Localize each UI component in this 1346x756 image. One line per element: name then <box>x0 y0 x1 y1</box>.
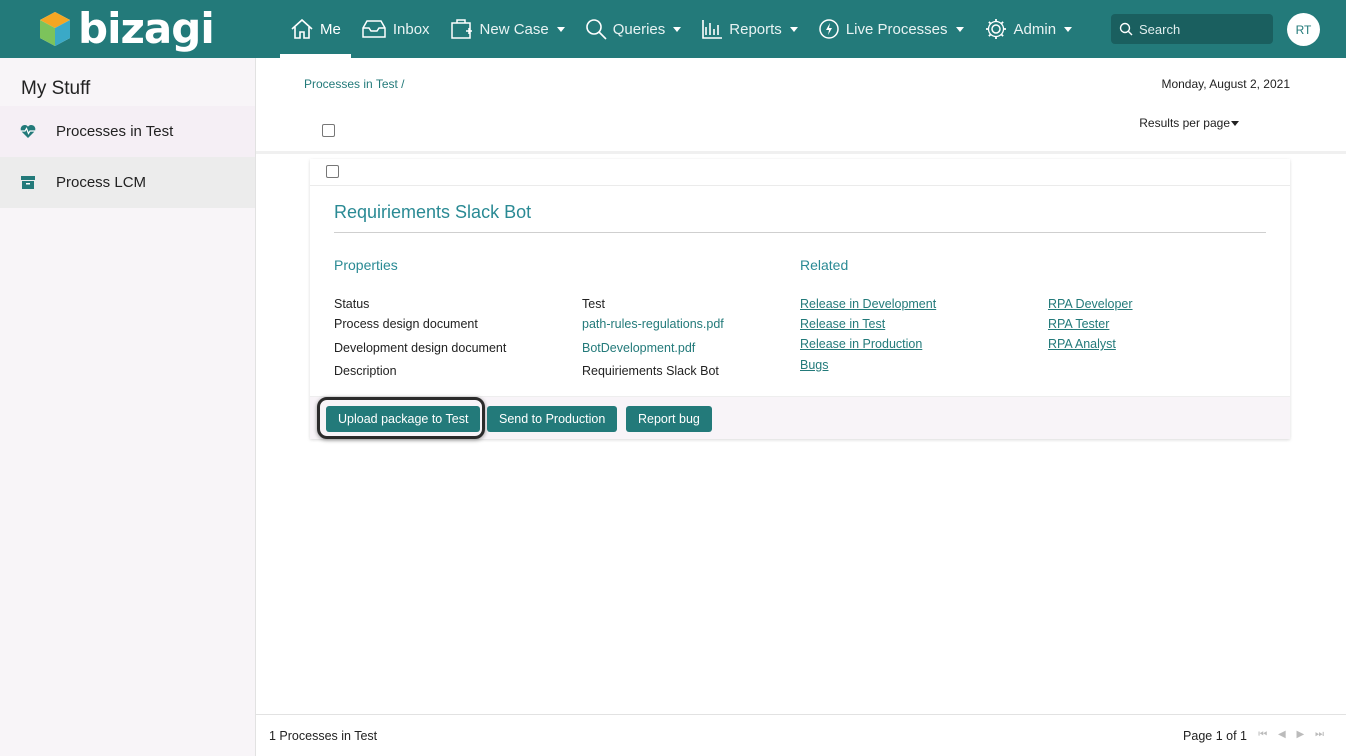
lightning-icon <box>819 19 839 39</box>
nav-label: Live Processes <box>845 20 948 38</box>
nav-label: Admin <box>1013 20 1057 38</box>
search-icon <box>585 19 607 40</box>
related-link-rpa-developer[interactable]: RPA Developer <box>1048 297 1133 311</box>
nav-label: Reports <box>729 20 782 38</box>
properties-heading: Properties <box>334 257 398 273</box>
prop-label-process-design-doc: Process design document <box>334 317 478 331</box>
nav-queries[interactable]: Queries <box>575 0 692 58</box>
nav-label: Inbox <box>392 20 430 38</box>
results-per-page-dropdown[interactable]: Results per page <box>1139 116 1239 130</box>
current-date: Monday, August 2, 2021 <box>1161 77 1290 91</box>
chevron-down-icon <box>673 26 682 32</box>
prop-label-status: Status <box>334 297 370 311</box>
card-checkbox[interactable] <box>326 165 339 178</box>
chevron-down-icon <box>1231 121 1239 127</box>
bizagi-logo[interactable]: bizagi <box>38 4 215 53</box>
prop-value-status: Test <box>582 297 605 311</box>
main-nav: Me Inbox New Case Queries Reports Live P… <box>280 0 1082 58</box>
gear-icon <box>985 19 1006 39</box>
chart-icon <box>702 20 723 39</box>
nav-me[interactable]: Me <box>280 0 351 58</box>
send-to-production-button[interactable]: Send to Production <box>487 406 618 432</box>
card-divider <box>334 232 1266 233</box>
search-icon <box>1119 22 1133 36</box>
breadcrumb[interactable]: Processes in Test / <box>304 77 405 91</box>
search-box[interactable] <box>1111 14 1273 44</box>
results-count: 1 Processes in Test <box>269 729 378 743</box>
sidebar-title: My Stuff <box>21 78 91 99</box>
prop-label-description: Description <box>334 364 397 378</box>
pagination-controls[interactable]: ⏮ ◀ ▶ ⏭ <box>1258 729 1328 740</box>
footer: 1 Processes in Test Page 1 of 1 ⏮ ◀ ▶ ⏭ <box>256 714 1346 756</box>
select-all-checkbox[interactable] <box>322 124 335 137</box>
chevron-down-icon <box>789 26 798 32</box>
results-per-page-label: Results per page <box>1139 116 1230 130</box>
sidebar-item-processes-in-test[interactable]: Processes in Test <box>0 106 255 157</box>
related-heading: Related <box>800 257 849 273</box>
development-design-doc-link[interactable]: BotDevelopment.pdf <box>582 341 695 355</box>
avatar[interactable]: RT <box>1287 13 1320 46</box>
new-case-icon <box>450 19 472 39</box>
chevron-down-icon <box>1064 26 1073 32</box>
nav-label: Queries <box>612 20 666 38</box>
nav-label: Me <box>320 20 341 38</box>
prop-value-description: Requiriements Slack Bot <box>582 364 719 378</box>
main-content: Processes in Test / Monday, August 2, 20… <box>256 58 1346 756</box>
prop-label-development-design-doc: Development design document <box>334 341 507 355</box>
chevron-down-icon <box>955 26 964 32</box>
heart-pulse-icon <box>20 124 36 138</box>
process-design-doc-link[interactable]: path-rules-regulations.pdf <box>582 317 724 331</box>
nav-inbox[interactable]: Inbox <box>351 0 440 58</box>
chevron-down-icon <box>556 26 565 32</box>
search-input[interactable] <box>1139 21 1269 37</box>
nav-admin[interactable]: Admin <box>974 0 1083 58</box>
related-link-release-in-development[interactable]: Release in Development <box>800 297 936 311</box>
inbox-icon <box>362 20 386 38</box>
card-title[interactable]: Requiriements Slack Bot <box>334 202 531 223</box>
header-divider <box>256 151 1346 154</box>
related-link-bugs[interactable]: Bugs <box>800 358 829 372</box>
page-indicator: Page 1 of 1 <box>1183 729 1247 743</box>
sidebar-item-label: Processes in Test <box>56 123 174 140</box>
card-actions: Upload package to Test Send to Productio… <box>310 396 1290 439</box>
report-bug-button[interactable]: Report bug <box>626 406 712 432</box>
nav-label: New Case <box>479 20 549 38</box>
top-bar: bizagi Me Inbox New Case Queries Reports <box>0 0 1346 58</box>
related-link-rpa-analyst[interactable]: RPA Analyst <box>1048 337 1116 351</box>
upload-package-to-test-button[interactable]: Upload package to Test <box>326 406 481 432</box>
nav-live-processes[interactable]: Live Processes <box>808 0 974 58</box>
related-link-release-in-production[interactable]: Release in Production <box>800 337 922 351</box>
sidebar-item-label: Process LCM <box>56 174 147 191</box>
process-card: Requiriements Slack Bot Properties Relat… <box>310 159 1290 439</box>
archive-icon <box>21 176 35 189</box>
sidebar: My Stuff Processes in Test Process LCM <box>0 58 256 756</box>
related-link-release-in-test[interactable]: Release in Test <box>800 317 885 331</box>
related-link-rpa-tester[interactable]: RPA Tester <box>1048 317 1109 331</box>
logo-text: bizagi <box>78 4 215 53</box>
logo-hexagon-icon <box>40 12 70 46</box>
home-icon <box>291 18 313 39</box>
card-header <box>310 159 1290 186</box>
sidebar-item-process-lcm[interactable]: Process LCM <box>0 157 255 208</box>
nav-reports[interactable]: Reports <box>691 0 808 58</box>
nav-new-case[interactable]: New Case <box>440 0 575 58</box>
